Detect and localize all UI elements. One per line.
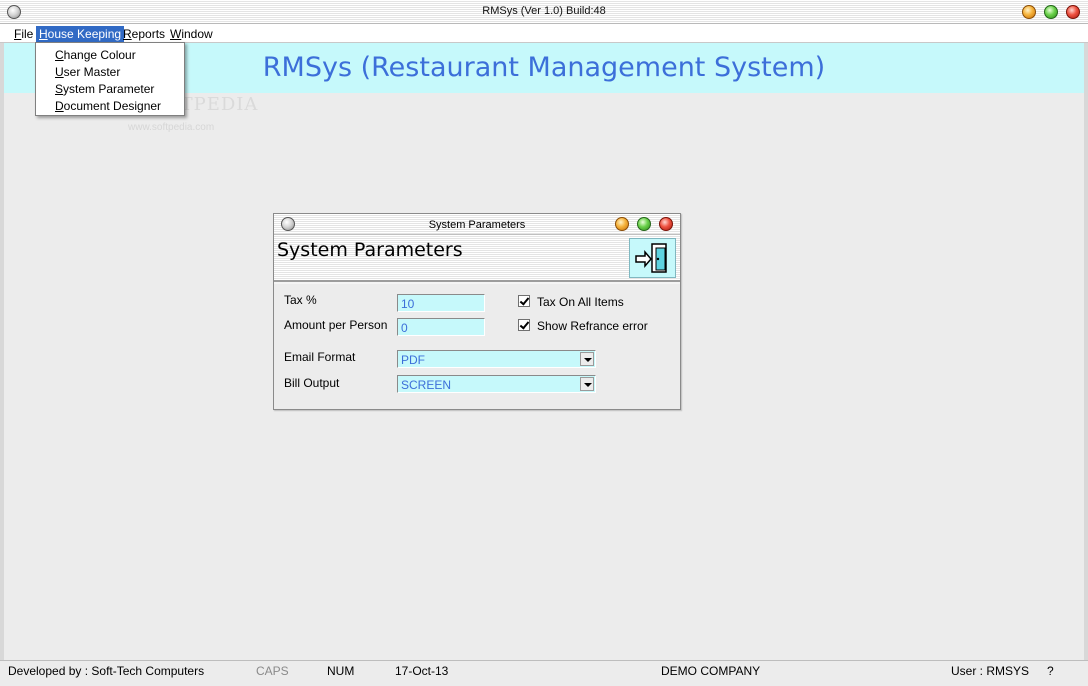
tax-on-all-items-label: Tax On All Items	[537, 295, 624, 309]
menu-file[interactable]: File	[11, 26, 36, 42]
show-refrance-error-label: Show Refrance error	[537, 319, 648, 333]
bill-output-select[interactable]: SCREEN	[397, 375, 596, 393]
email-format-label: Email Format	[284, 350, 356, 364]
tax-label: Tax %	[284, 293, 317, 307]
status-num: NUM	[327, 664, 355, 678]
document-designer-label: ocument Designer	[63, 99, 162, 113]
system-parameter-label: ystem Parameter	[63, 82, 155, 96]
chevron-down-icon[interactable]	[580, 377, 594, 391]
dialog-maximize-icon[interactable]	[637, 217, 651, 231]
status-developer: Developed by : Soft-Tech Computers	[8, 664, 205, 678]
menu-file-label: ile	[21, 27, 34, 41]
exit-door-icon	[635, 243, 667, 273]
bill-output-value: SCREEN	[401, 378, 452, 392]
dialog-title-bar: System Parameters	[274, 214, 680, 235]
menu-window-label: indow	[181, 27, 213, 41]
email-format-value: PDF	[401, 353, 425, 367]
status-caps: CAPS	[256, 664, 289, 678]
amount-per-person-input[interactable]: 0	[397, 318, 485, 336]
status-date: 17-Oct-13	[395, 664, 449, 678]
close-icon[interactable]	[1066, 5, 1080, 19]
menu-reports-label: eports	[131, 27, 166, 41]
amount-per-person-label: Amount per Person	[284, 318, 388, 332]
email-format-select[interactable]: PDF	[397, 350, 596, 368]
chevron-down-icon[interactable]	[580, 352, 594, 366]
status-bar: Developed by : Soft-Tech Computers CAPS …	[0, 660, 1088, 686]
menu-window-mnemonic: W	[170, 27, 182, 41]
menu-bar: File House Keeping Reports Window	[0, 24, 1088, 43]
status-user: User : RMSYS	[951, 664, 1030, 678]
document-designer-mnemonic: D	[55, 99, 64, 113]
menu-window[interactable]: Window	[167, 26, 216, 42]
system-parameters-dialog: System Parameters System Parameters Tax …	[273, 213, 681, 410]
status-company: DEMO COMPANY	[661, 664, 761, 678]
change-colour-mnemonic: C	[55, 48, 64, 62]
menu-item-change-colour[interactable]: Change Colour	[55, 48, 136, 64]
menu-item-document-designer[interactable]: Document Designer	[55, 99, 161, 115]
dialog-close-icon[interactable]	[659, 217, 673, 231]
change-colour-label: hange Colour	[63, 48, 136, 62]
bill-output-label: Bill Output	[284, 376, 340, 390]
user-master-label: ser Master	[63, 65, 121, 79]
dialog-heading: System Parameters	[277, 239, 463, 261]
menu-house-keeping[interactable]: House Keeping	[36, 26, 125, 42]
dialog-minimize-icon[interactable]	[615, 217, 629, 231]
left-frame-edge	[0, 43, 4, 660]
dialog-form: Tax % 10 Tax On All Items Amount per Per…	[274, 284, 680, 409]
title-bar: RMSys (Ver 1.0) Build:48	[0, 0, 1088, 24]
dialog-header: System Parameters	[274, 235, 680, 282]
system-parameter-mnemonic: S	[55, 82, 64, 96]
menu-house-keeping-mnemonic: H	[39, 27, 48, 41]
tax-on-all-items-checkbox[interactable]	[518, 295, 530, 307]
exit-button[interactable]	[629, 238, 676, 278]
menu-item-user-master[interactable]: User Master	[55, 65, 120, 81]
show-refrance-error-checkbox[interactable]	[518, 319, 530, 331]
watermark-url: www.softpedia.com	[128, 122, 215, 133]
menu-item-system-parameter[interactable]: System Parameter	[55, 82, 154, 98]
window-title: RMSys (Ver 1.0) Build:48	[482, 5, 606, 17]
menu-house-keeping-label: ouse Keeping	[47, 27, 122, 41]
right-frame-edge	[1084, 43, 1088, 660]
minimize-icon[interactable]	[1022, 5, 1036, 19]
status-help[interactable]: ?	[1047, 664, 1054, 678]
tax-input[interactable]: 10	[397, 294, 485, 312]
menu-reports[interactable]: Reports	[120, 26, 168, 42]
house-keeping-dropdown: Change Colour User Master System Paramet…	[35, 42, 185, 116]
user-master-mnemonic: U	[55, 65, 64, 79]
maximize-icon[interactable]	[1044, 5, 1058, 19]
menu-reports-mnemonic: R	[123, 27, 132, 41]
